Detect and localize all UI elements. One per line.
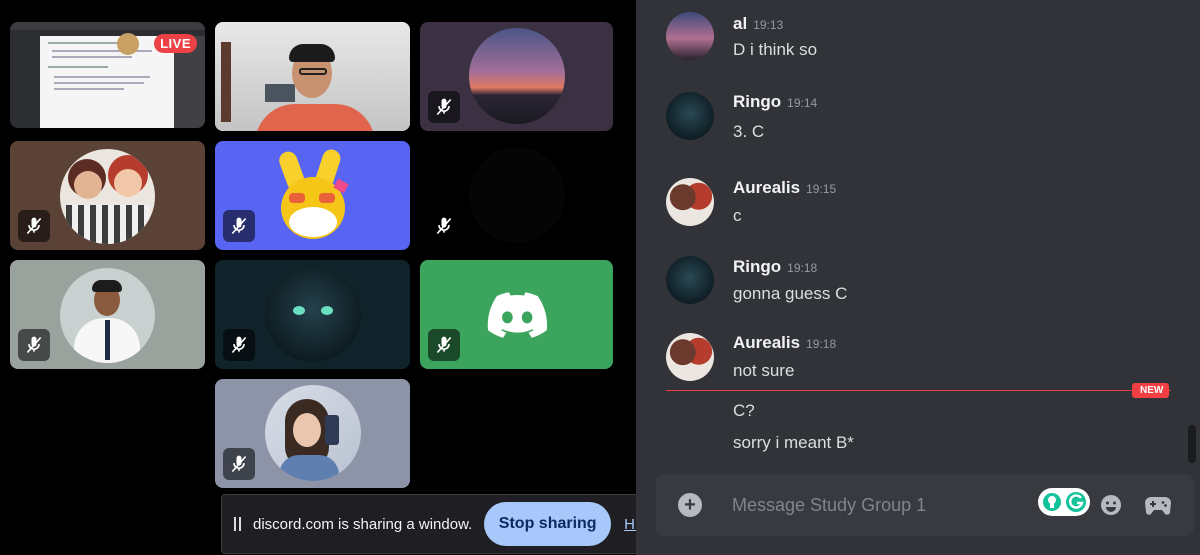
stop-sharing-button[interactable]: Stop sharing	[484, 502, 612, 546]
message-timestamp: 19:14	[787, 96, 818, 110]
message-text: c	[733, 206, 742, 225]
tile-user-pilot[interactable]	[10, 260, 205, 369]
message-timestamp: 19:15	[806, 182, 837, 196]
emoji-icon[interactable]	[1100, 494, 1122, 516]
mic-muted-icon	[18, 329, 50, 361]
mic-muted-icon	[223, 448, 255, 480]
person-hair	[289, 44, 335, 62]
streamer-avatar	[117, 33, 139, 55]
pilot-avatar	[60, 268, 155, 363]
webcam-door	[221, 42, 231, 122]
mic-muted-icon	[223, 329, 255, 361]
mic-muted-icon	[428, 210, 460, 242]
selfie-avatar	[265, 385, 361, 481]
message-author[interactable]: al 19:13	[733, 14, 783, 34]
tile-webcam[interactable]	[215, 22, 410, 131]
mic-muted-icon	[223, 210, 255, 242]
tile-user-bunny[interactable]	[215, 141, 410, 250]
shared-window-titlebar	[10, 22, 205, 30]
pause-icon[interactable]	[234, 517, 244, 531]
share-status-text: discord.com is sharing a window.	[252, 515, 473, 533]
message-text: gonna guess C	[733, 284, 848, 303]
shared-document	[40, 36, 174, 128]
message-author[interactable]: Aurealis 19:15	[733, 178, 836, 198]
screen-share-notification-bar: discord.com is sharing a window. Stop sh…	[221, 494, 656, 554]
tile-user-dark[interactable]	[420, 141, 613, 250]
tile-user-selfie[interactable]	[215, 379, 410, 488]
message-author[interactable]: Ringo 19:14	[733, 92, 817, 112]
tile-user-default[interactable]	[420, 260, 613, 369]
message-text: 3. C	[733, 122, 765, 141]
new-messages-badge: NEW	[1132, 383, 1170, 398]
mic-muted-icon	[18, 210, 50, 242]
message-timestamp: 19:13	[753, 18, 784, 32]
message-text: not sure	[733, 361, 795, 380]
bunny-avatar	[275, 147, 355, 245]
couple-avatar	[60, 149, 155, 244]
avatar[interactable]	[666, 178, 714, 226]
gamepad-icon[interactable]	[1145, 494, 1171, 516]
grammarly-icon[interactable]	[1038, 488, 1090, 516]
avatar[interactable]	[666, 256, 714, 304]
message-text: D i think so	[733, 40, 818, 59]
message-text: C?	[733, 401, 755, 420]
tile-screen-share[interactable]: LIVE	[10, 22, 205, 128]
message-composer: +	[656, 474, 1194, 536]
message-text: sorry i meant B*	[733, 433, 854, 452]
webcam-shelf	[265, 84, 295, 102]
discord-logo-icon	[487, 292, 547, 338]
dark-avatar	[469, 147, 565, 243]
message-timestamp: 19:18	[787, 261, 818, 275]
person-glasses	[299, 68, 327, 75]
sunset-avatar	[469, 28, 565, 124]
mic-muted-icon	[428, 329, 460, 361]
message-author[interactable]: Ringo 19:18	[733, 257, 817, 277]
message-input[interactable]	[732, 492, 1032, 518]
plus-icon[interactable]: +	[678, 493, 702, 517]
avatar[interactable]	[666, 333, 714, 381]
tile-user-aurealis[interactable]	[10, 141, 205, 250]
chat-scrollbar[interactable]	[1188, 425, 1196, 463]
avatar[interactable]	[666, 92, 714, 140]
mic-muted-icon	[428, 91, 460, 123]
chat-panel: al 19:13 D i think so Ringo 19:14 3. C Aur…	[636, 0, 1200, 555]
message-timestamp: 19:18	[806, 337, 837, 351]
video-stage: LIVE discord.com is sharing a window. St…	[0, 0, 656, 555]
new-messages-divider	[666, 390, 1171, 391]
avatar[interactable]	[666, 12, 714, 60]
tile-user-ringo[interactable]	[215, 260, 410, 369]
live-badge: LIVE	[154, 34, 197, 53]
message-author[interactable]: Aurealis 19:18	[733, 333, 836, 353]
toothless-avatar	[265, 266, 361, 362]
tile-user-sunset[interactable]	[420, 22, 613, 131]
